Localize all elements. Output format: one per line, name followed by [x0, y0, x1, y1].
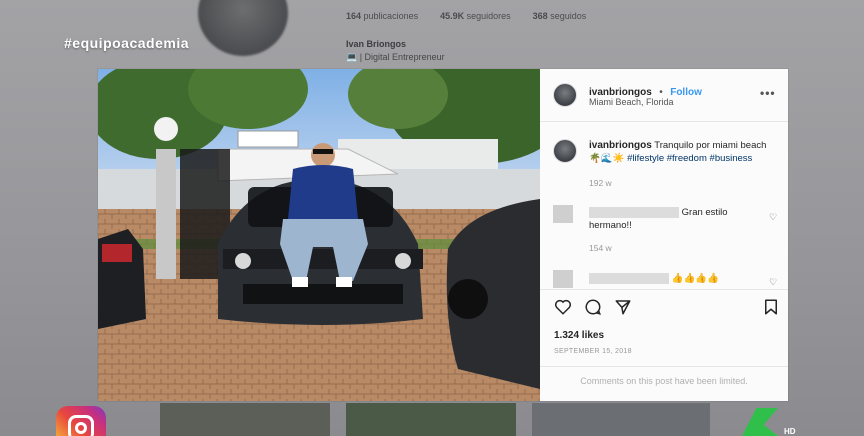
- commenter-avatar[interactable]: [553, 205, 573, 223]
- hashtag-link[interactable]: #business: [710, 153, 753, 164]
- more-options-button[interactable]: •••: [760, 86, 776, 100]
- comment-icon[interactable]: [584, 298, 602, 316]
- share-icon[interactable]: [614, 298, 632, 316]
- comment-item: Gran estilo hermano!!: [589, 206, 759, 232]
- profile-stats: 164 publicaciones 45.9K seguidores 368 s…: [346, 11, 586, 21]
- profile-avatar: [198, 0, 288, 56]
- stat-following: 368 seguidos: [532, 11, 587, 21]
- post-actions: [554, 298, 632, 316]
- redacted-username: [589, 272, 669, 284]
- post-side-panel: ivanbriongos • Follow Miami Beach, Flori…: [540, 69, 788, 401]
- post-photo[interactable]: [98, 69, 540, 401]
- post-modal: ivanbriongos • Follow Miami Beach, Flori…: [98, 69, 788, 401]
- redacted-username: [589, 206, 679, 218]
- divider: [540, 289, 788, 290]
- caption-avatar[interactable]: [553, 139, 577, 163]
- post-photo-illustration: [98, 69, 540, 401]
- stat-followers: 45.9K seguidores: [440, 11, 511, 21]
- commenter-avatar[interactable]: [553, 270, 573, 288]
- grid-thumbnail[interactable]: [160, 403, 330, 436]
- overlay-hashtag: #equipoacademia: [64, 35, 189, 51]
- comment-time: 154 w: [589, 243, 612, 253]
- divider: [540, 366, 788, 367]
- hd-badge: HD: [784, 427, 796, 436]
- like-comment-heart-icon[interactable]: ♡: [769, 277, 777, 288]
- comment-text: 👍👍👍👍: [671, 273, 719, 284]
- heart-icon[interactable]: [554, 298, 572, 316]
- caption-emojis: 🌴🌊☀️: [589, 153, 625, 164]
- stat-posts: 164 publicaciones: [346, 11, 419, 21]
- follow-button[interactable]: Follow: [670, 87, 702, 98]
- hashtag-link[interactable]: #freedom: [667, 153, 707, 164]
- author-avatar[interactable]: [553, 83, 577, 107]
- post-caption: ivanbriongos Tranquilo por miami beach 🌴…: [589, 139, 779, 165]
- caption-time: 192 w: [589, 178, 612, 188]
- comments-limited-notice: Comments on this post have been limited.: [580, 376, 748, 386]
- bookmark-icon[interactable]: [762, 298, 780, 316]
- caption-text: Tranquilo por miami beach: [654, 140, 767, 151]
- likes-count[interactable]: 1.324 likes: [554, 330, 604, 341]
- caption-username[interactable]: ivanbriongos: [589, 140, 652, 151]
- profile-grid-thumbnails: [160, 403, 710, 436]
- comment-item: 👍👍👍👍: [589, 272, 759, 285]
- instagram-logo-icon: [56, 406, 106, 436]
- post-location[interactable]: Miami Beach, Florida: [589, 97, 674, 107]
- post-date: SEPTEMBER 15, 2018: [554, 348, 632, 355]
- profile-bio: 💻 | Digital Entrepreneur: [346, 52, 445, 62]
- grid-thumbnail[interactable]: [532, 403, 710, 436]
- divider: [540, 121, 788, 122]
- profile-name: Ivan Briongos: [346, 39, 407, 49]
- like-comment-heart-icon[interactable]: ♡: [769, 212, 777, 223]
- grid-thumbnail[interactable]: [346, 403, 516, 436]
- hashtag-link[interactable]: #lifestyle: [627, 153, 664, 164]
